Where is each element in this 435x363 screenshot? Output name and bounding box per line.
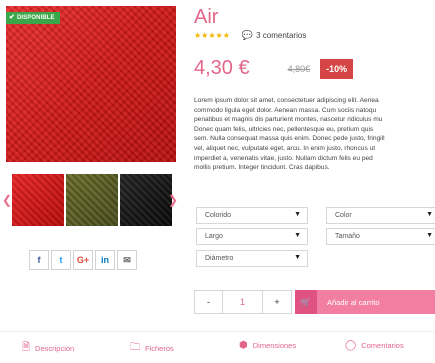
current-price: 4,30 €: [194, 57, 250, 79]
chevron-right-icon[interactable]: ❯: [168, 193, 178, 207]
chevron-left-icon[interactable]: ❮: [2, 193, 12, 207]
caret-down-icon: ▼: [426, 211, 433, 218]
caret-down-icon: ▼: [294, 211, 301, 218]
old-price: 4,80€: [287, 63, 311, 74]
document-icon: 🗎: [22, 342, 31, 353]
chat-bubble-icon: ◯: [345, 340, 357, 351]
quantity-increase-button[interactable]: +: [263, 291, 291, 313]
product-tabs: 🗎 Descripcion 🗀 Ficheros ⬢ Dimensiones ◯…: [0, 340, 435, 358]
tab-descripcion[interactable]: 🗎 Descripcion: [22, 340, 74, 357]
tab-ficheros[interactable]: 🗀 Ficheros: [130, 340, 174, 357]
color-select[interactable]: Color ▼: [326, 207, 435, 224]
comment-icon: 💬: [241, 30, 254, 40]
thumbnail-strip: [6, 174, 176, 226]
diametro-select[interactable]: Diámetro ▼: [196, 250, 308, 267]
comments-count: 3 comentarios: [256, 31, 307, 40]
colorido-select[interactable]: Colorido ▼: [196, 207, 308, 224]
star-rating[interactable]: ★★★★★: [194, 31, 230, 40]
folder-icon: 🗀: [130, 342, 140, 353]
thumbnail-black[interactable]: [120, 174, 172, 226]
tab-comentarios[interactable]: ◯ Comentarios: [345, 340, 404, 351]
facebook-share-button[interactable]: f: [29, 250, 49, 270]
caret-down-icon: ▼: [426, 232, 433, 239]
add-to-cart-label: Añadir al carrito: [317, 290, 435, 314]
caret-down-icon: ▼: [294, 232, 301, 239]
quantity-stepper: - 1 +: [194, 290, 292, 314]
divider: [0, 331, 435, 332]
largo-select[interactable]: Largo ▼: [196, 228, 308, 245]
rating-row: ★★★★★ 💬 3 comentarios: [194, 30, 306, 41]
product-title: Air: [194, 6, 219, 28]
cart-icon: 🛒: [295, 290, 317, 314]
price-row: 4,30 € 4,80€ -10%: [194, 57, 354, 80]
check-icon: ✔: [9, 14, 15, 21]
availability-label: DISPONIBLE: [16, 15, 55, 21]
googleplus-share-button[interactable]: G+: [73, 250, 93, 270]
email-share-button[interactable]: ✉: [117, 250, 137, 270]
tab-dimensiones[interactable]: ⬢ Dimensiones: [239, 340, 296, 351]
cube-icon: ⬢: [239, 340, 248, 351]
thumbnail-olive[interactable]: [66, 174, 118, 226]
twitter-share-button[interactable]: t: [51, 250, 71, 270]
availability-badge: ✔ DISPONIBLE: [6, 12, 60, 24]
discount-badge: -10%: [320, 58, 354, 79]
tamano-select[interactable]: Tamaño ▼: [326, 228, 435, 245]
quantity-decrease-button[interactable]: -: [195, 291, 223, 313]
share-buttons: f t G+ in ✉: [29, 250, 137, 270]
product-main-image[interactable]: [6, 6, 176, 162]
comments-link[interactable]: 💬 3 comentarios: [242, 30, 306, 41]
quantity-input[interactable]: 1: [223, 291, 263, 313]
caret-down-icon: ▼: [294, 254, 301, 261]
add-to-cart-button[interactable]: 🛒 Añadir al carrito: [295, 290, 435, 314]
product-description: Lorem ipsum dolor sit amet, consectetuer…: [194, 97, 385, 172]
thumbnail-red[interactable]: [12, 174, 64, 226]
linkedin-share-button[interactable]: in: [95, 250, 115, 270]
